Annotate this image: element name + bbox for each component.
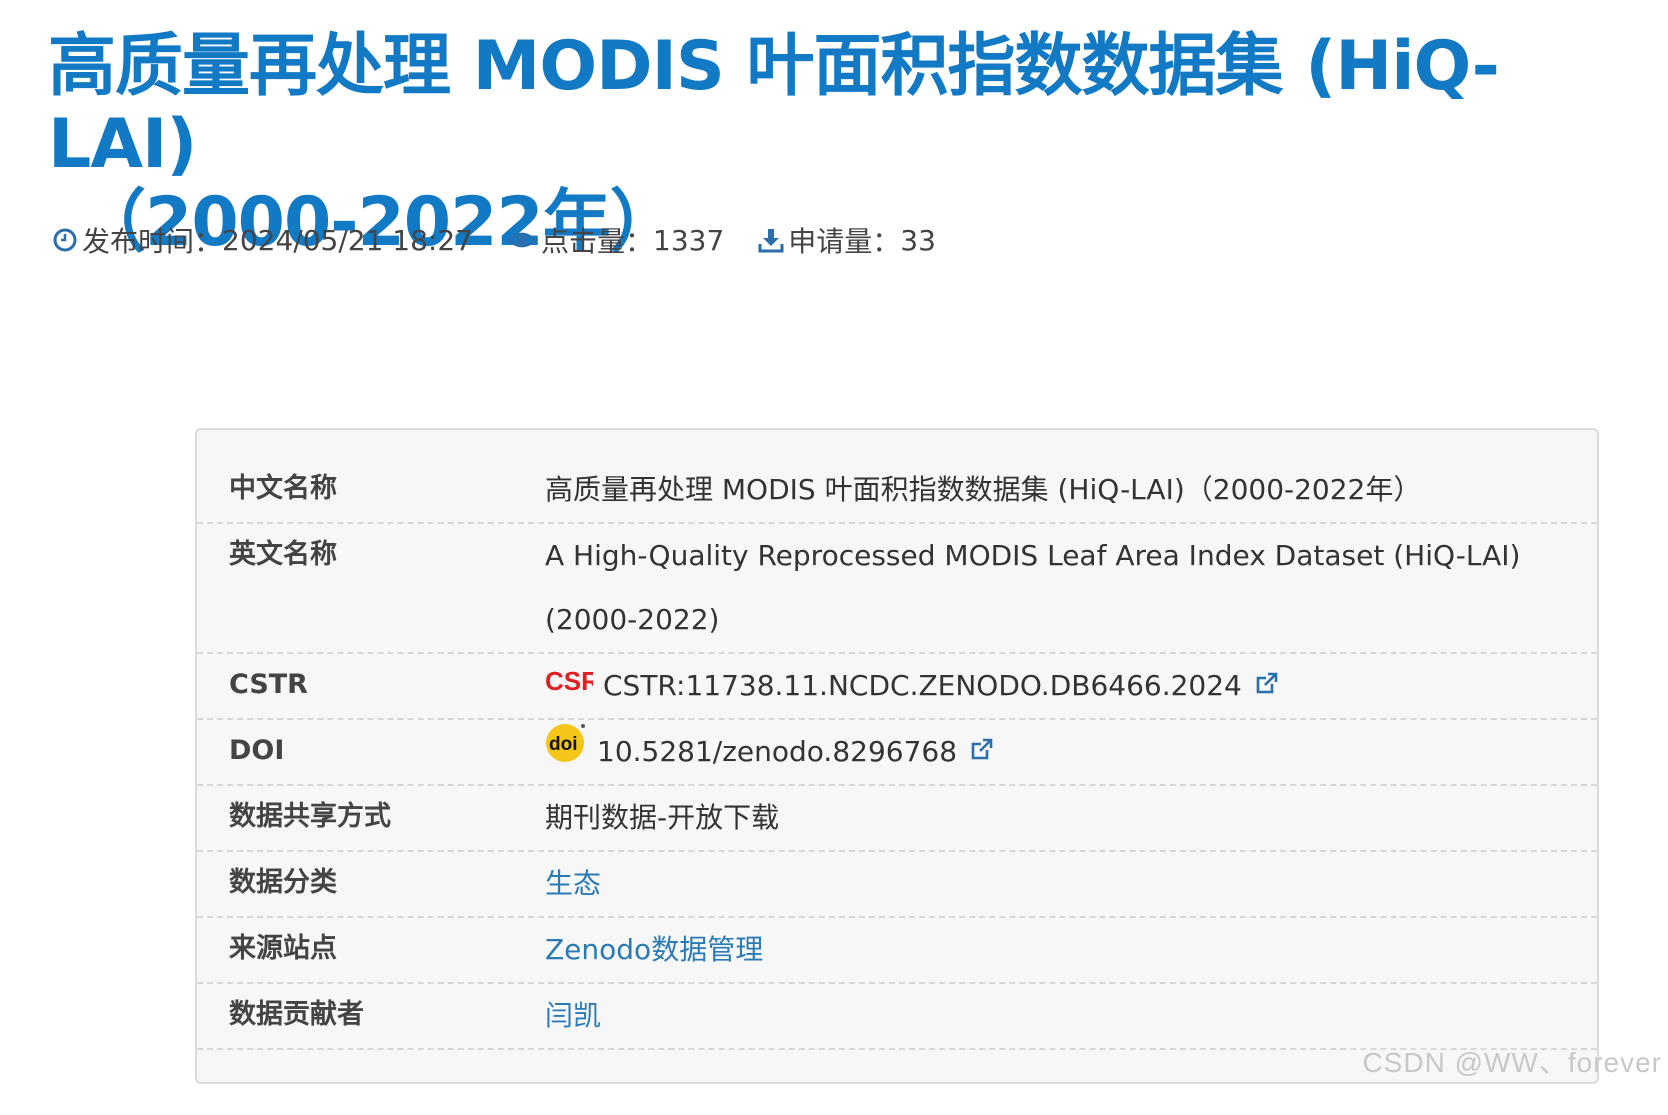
source-site-link[interactable]: Zenodo数据管理: [545, 918, 1597, 982]
meta-bar: 发布时间： 2024/05/21 18:27 点击量： 1337 申请量： 33: [52, 220, 970, 260]
info-key: 数据分类: [229, 867, 337, 898]
info-key: 中文名称: [229, 473, 337, 504]
info-key: 数据共享方式: [229, 801, 391, 832]
view-count-label: 点击量：: [541, 225, 654, 258]
category-link[interactable]: 生态: [545, 852, 1597, 916]
eye-icon: [507, 227, 537, 253]
doi-link[interactable]: 10.5281/zenodo.8296768: [597, 735, 957, 768]
info-row-doi: DOI doi 10.5281/zenodo.8296768: [197, 720, 1597, 786]
svg-text:doi: doi: [549, 734, 578, 755]
info-row-cn-name: 中文名称 高质量再处理 MODIS 叶面积指数数据集 (HiQ-LAI)（200…: [197, 458, 1597, 524]
contributor-link[interactable]: 闫凯: [545, 984, 1597, 1048]
external-link-icon[interactable]: [969, 721, 995, 785]
dataset-info-panel: 中文名称 高质量再处理 MODIS 叶面积指数数据集 (HiQ-LAI)（200…: [195, 428, 1599, 1084]
cstr-link[interactable]: CSTR:11738.11.NCDC.ZENODO.DB6466.2024: [603, 669, 1242, 702]
en-name-value: A High-Quality Reprocessed MODIS Leaf Ar…: [545, 539, 1521, 636]
page-title-line1: 高质量再处理 MODIS 叶面积指数数据集 (HiQ-LAI): [48, 27, 1500, 184]
external-link-icon[interactable]: [1254, 655, 1280, 719]
request-count-label: 申请量：: [788, 225, 901, 258]
info-row-share-mode: 数据共享方式 期刊数据-开放下载: [197, 786, 1597, 852]
info-key: DOI: [229, 735, 285, 766]
doi-value-cell: doi 10.5281/zenodo.8296768: [545, 720, 1597, 784]
info-key: 来源站点: [229, 933, 337, 964]
info-key: 英文名称: [229, 539, 337, 570]
download-icon: [758, 227, 784, 253]
view-count: 点击量： 1337: [507, 220, 724, 260]
info-row-en-name: 英文名称 A High-Quality Reprocessed MODIS Le…: [197, 524, 1597, 654]
info-row-category: 数据分类 生态: [197, 852, 1597, 918]
publish-time: 发布时间： 2024/05/21 18:27: [52, 220, 473, 260]
request-count-value: 33: [900, 223, 936, 257]
info-key: CSTR: [229, 669, 308, 700]
publish-time-value: 2024/05/21 18:27: [222, 223, 473, 257]
watermark: CSDN @WW、forever: [1362, 1047, 1662, 1078]
publish-time-label: 发布时间：: [82, 225, 223, 258]
view-count-value: 1337: [653, 223, 725, 257]
doi-logo-icon: doi: [545, 721, 587, 786]
info-row-source: 来源站点 Zenodo数据管理: [197, 918, 1597, 984]
dataset-detail-page: 高质量再处理 MODIS 叶面积指数数据集 (HiQ-LAI) （2000-20…: [0, 0, 1668, 1115]
info-key: 数据贡献者: [229, 999, 364, 1030]
clock-icon: [52, 227, 78, 253]
info-row-cstr: CSTR CSR CSTR:11738.11.NCDC.ZENODO.DB646…: [197, 654, 1597, 720]
request-count: 申请量： 33: [758, 220, 936, 260]
cn-name-value: 高质量再处理 MODIS 叶面积指数数据集 (HiQ-LAI)（2000-202…: [545, 473, 1422, 506]
cstr-logo-icon: CSR: [545, 655, 600, 719]
share-mode-value: 期刊数据-开放下载: [545, 801, 780, 834]
cstr-value-cell: CSR CSTR:11738.11.NCDC.ZENODO.DB6466.202…: [545, 654, 1597, 718]
svg-text:CSR: CSR: [545, 666, 593, 696]
